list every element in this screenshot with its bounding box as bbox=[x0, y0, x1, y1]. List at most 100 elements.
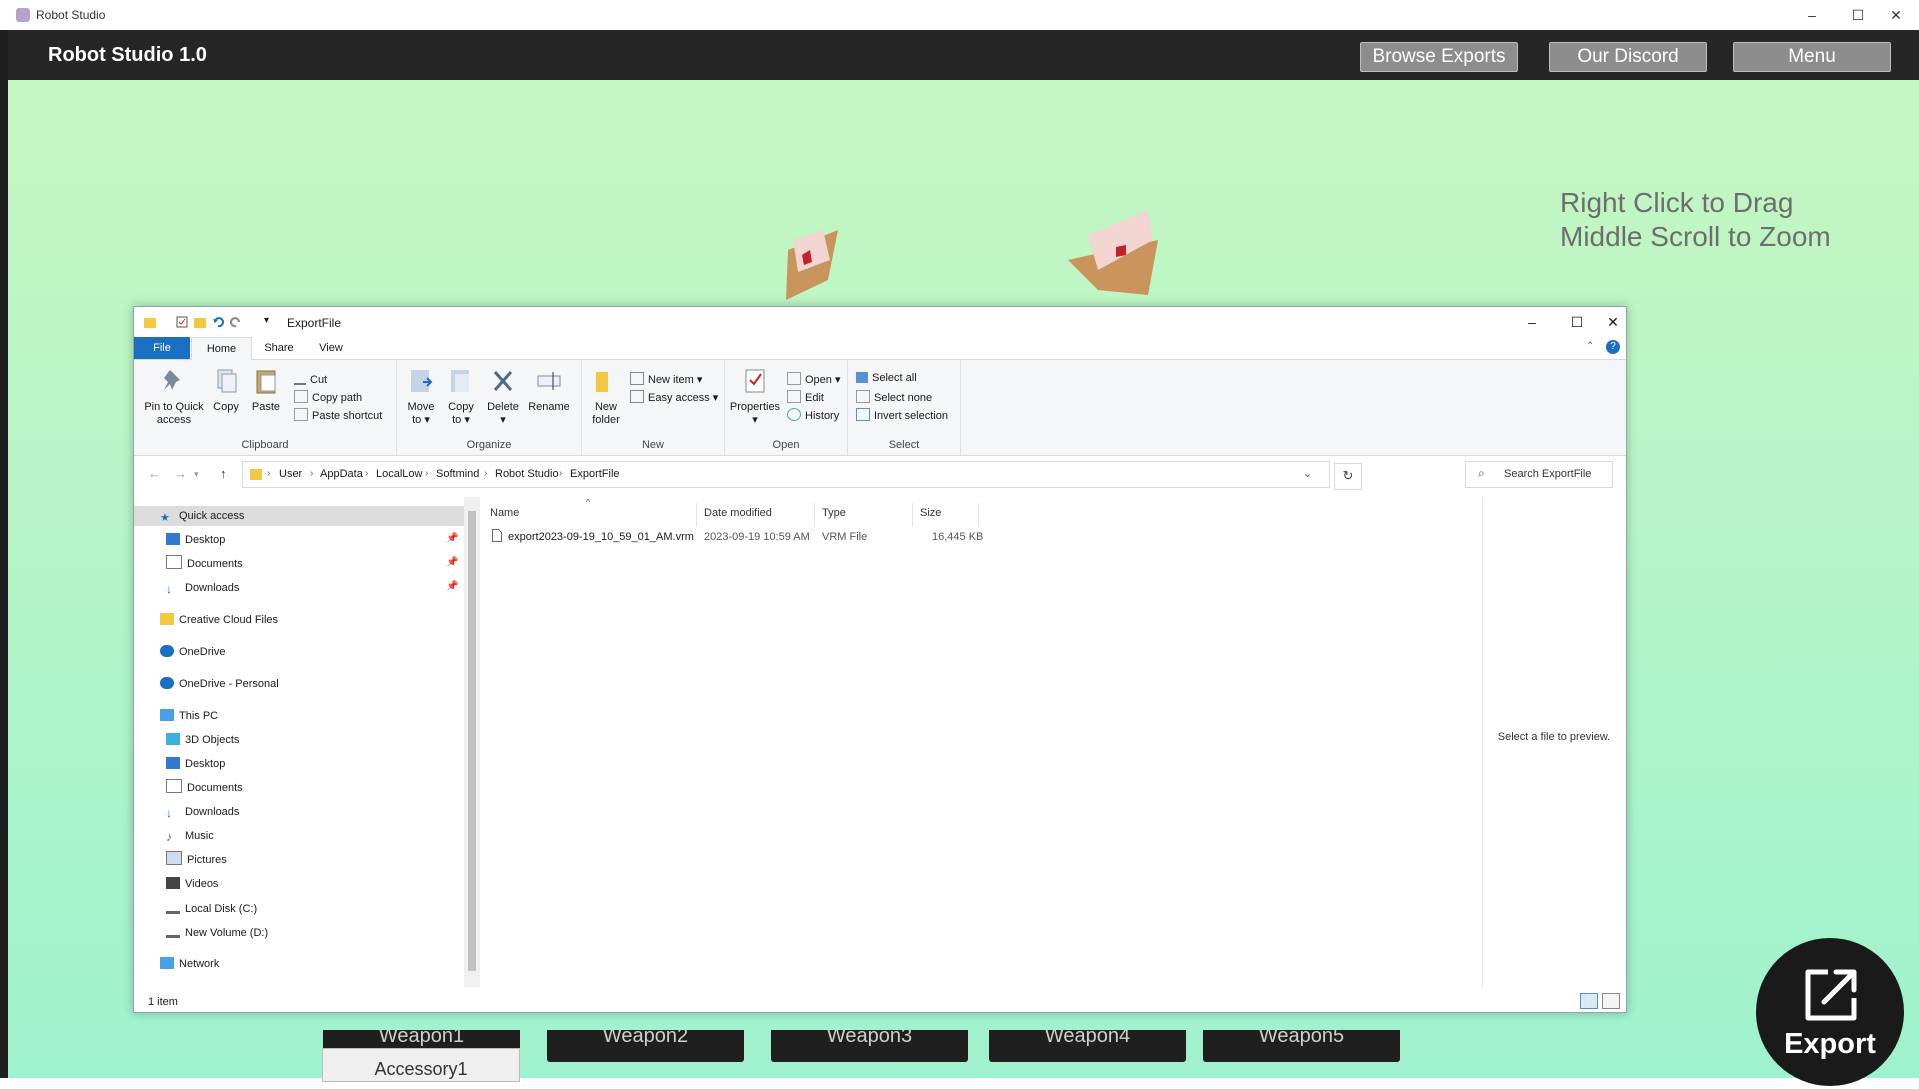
weapon5-button[interactable]: Weapon5 bbox=[1203, 1030, 1400, 1062]
file-explorer-window[interactable]: ▾ ExportFile – ☐ ✕ File Home Share View … bbox=[133, 306, 1627, 1013]
crumb-user[interactable]: User bbox=[279, 468, 302, 480]
column-date-modified[interactable]: Date modified bbox=[704, 507, 772, 519]
back-arrow-icon[interactable]: ← bbox=[148, 466, 161, 481]
undo-icon[interactable] bbox=[212, 316, 224, 328]
nav-item-pictures[interactable]: Pictures bbox=[166, 851, 227, 869]
nav-label-pc-downloads: Downloads bbox=[185, 806, 240, 818]
explorer-maximize-button[interactable]: ☐ bbox=[1555, 307, 1599, 337]
hint-zoom: Middle Scroll to Zoom bbox=[1560, 221, 1831, 252]
column-type[interactable]: Type bbox=[822, 507, 846, 519]
copy-to-button[interactable]: Copy to ▾ bbox=[441, 368, 481, 427]
nav-item-pc-documents[interactable]: Documents bbox=[166, 779, 243, 797]
preview-pane-divider[interactable] bbox=[1482, 497, 1483, 987]
nav-item-pc-desktop[interactable]: Desktop bbox=[166, 755, 225, 773]
nav-item-onedrive-personal[interactable]: OneDrive - Personal bbox=[160, 675, 279, 693]
nav-item-network[interactable]: Network bbox=[160, 955, 219, 973]
nav-item-creative-cloud[interactable]: Creative Cloud Files bbox=[160, 611, 278, 629]
window-minimize-button[interactable]: – bbox=[1789, 0, 1835, 30]
address-bar[interactable]: › User › AppData › LocalLow › Softmind ›… bbox=[242, 461, 1330, 488]
tab-share[interactable]: Share bbox=[254, 337, 304, 359]
explorer-close-button[interactable]: ✕ bbox=[1600, 307, 1626, 337]
select-none-button[interactable]: Select none bbox=[856, 390, 932, 404]
column-divider[interactable] bbox=[978, 503, 979, 527]
column-size[interactable]: Size bbox=[920, 507, 941, 519]
customize-toolbar-chevron-down-icon[interactable]: ▾ bbox=[264, 315, 269, 326]
recent-chevron-down-icon[interactable]: ▾ bbox=[194, 469, 199, 480]
column-divider[interactable] bbox=[814, 503, 815, 527]
new-item-button[interactable]: New item ▾ bbox=[630, 372, 702, 386]
nav-item-documents[interactable]: Documents bbox=[166, 555, 243, 573]
nav-item-downloads[interactable]: ↓ Downloads bbox=[166, 579, 239, 597]
nav-item-local-disk[interactable]: Local Disk (C:) bbox=[166, 899, 257, 917]
crumb-exportfile[interactable]: ExportFile bbox=[570, 468, 620, 480]
paste-shortcut-button[interactable]: Paste shortcut bbox=[294, 408, 382, 422]
paste-button[interactable]: Paste bbox=[246, 368, 286, 414]
select-group: Select all Select none Invert selection … bbox=[848, 360, 961, 455]
easy-access-button[interactable]: Easy access ▾ bbox=[630, 390, 718, 404]
weapon3-button[interactable]: Weapon3 bbox=[771, 1030, 968, 1062]
nav-item-onedrive[interactable]: OneDrive bbox=[160, 643, 225, 661]
nav-item-quick-access[interactable]: ★ Quick access bbox=[160, 507, 244, 525]
accessory1-button[interactable]: Accessory1 bbox=[322, 1048, 520, 1082]
weapon2-button[interactable]: Weapon2 bbox=[547, 1030, 744, 1062]
nav-pane-scrollbar[interactable] bbox=[464, 497, 480, 987]
nav-item-videos[interactable]: Videos bbox=[166, 875, 218, 893]
move-to-button[interactable]: Move to ▾ bbox=[399, 368, 443, 427]
browse-exports-button[interactable]: Browse Exports bbox=[1360, 42, 1518, 72]
tab-file[interactable]: File bbox=[134, 337, 190, 359]
history-button[interactable]: History bbox=[787, 408, 839, 422]
export-button[interactable]: Export bbox=[1756, 938, 1904, 1086]
pin-to-quick-access-button[interactable]: Pin to Quick access bbox=[140, 368, 208, 427]
redo-icon[interactable] bbox=[230, 316, 242, 328]
new-folder-button[interactable]: New folder bbox=[586, 368, 626, 427]
copy-button[interactable]: Copy bbox=[208, 368, 244, 414]
collapse-ribbon-chevron-up-icon[interactable]: ⌃ bbox=[1586, 341, 1594, 352]
details-view-icon[interactable] bbox=[1580, 993, 1598, 1009]
nav-label-pictures: Pictures bbox=[187, 854, 227, 866]
edit-label: Edit bbox=[805, 392, 824, 404]
column-divider[interactable] bbox=[912, 503, 913, 527]
open-button[interactable]: Open ▾ bbox=[787, 372, 841, 386]
window-close-button[interactable]: ✕ bbox=[1873, 0, 1919, 30]
cut-button[interactable]: Cut bbox=[294, 372, 327, 386]
tab-view[interactable]: View bbox=[308, 337, 354, 359]
large-icons-view-icon[interactable] bbox=[1602, 993, 1620, 1009]
nav-item-3d-objects[interactable]: 3D Objects bbox=[166, 731, 239, 749]
table-row[interactable]: export2023-09-19_10_59_01_AM.vrm 2023-09… bbox=[484, 525, 984, 545]
crumb-appdata[interactable]: AppData bbox=[320, 468, 363, 480]
nav-item-music[interactable]: ♪ Music bbox=[166, 827, 214, 845]
new-folder-icon[interactable] bbox=[194, 316, 206, 328]
invert-selection-button[interactable]: Invert selection bbox=[856, 408, 948, 422]
crumb-robot-studio[interactable]: Robot Studio bbox=[495, 468, 559, 480]
select-none-label: Select none bbox=[874, 392, 933, 404]
rename-button[interactable]: Rename bbox=[525, 368, 573, 414]
address-history-chevron-down-icon[interactable]: ⌄ bbox=[1303, 467, 1312, 480]
copy-path-button[interactable]: Copy path bbox=[294, 390, 362, 404]
menu-button[interactable]: Menu bbox=[1733, 42, 1891, 72]
nav-pane-scroll-thumb[interactable] bbox=[468, 511, 476, 971]
network-icon bbox=[160, 957, 174, 969]
weapon4-button[interactable]: Weapon4 bbox=[989, 1030, 1186, 1062]
properties-button[interactable]: Properties ▾ bbox=[727, 368, 783, 427]
nav-item-new-volume[interactable]: New Volume (D:) bbox=[166, 923, 268, 941]
nav-item-desktop[interactable]: Desktop bbox=[166, 531, 225, 549]
edit-button[interactable]: Edit bbox=[787, 390, 824, 404]
crumb-softmind[interactable]: Softmind bbox=[436, 468, 479, 480]
tab-home[interactable]: Home bbox=[191, 337, 252, 360]
our-discord-button[interactable]: Our Discord bbox=[1549, 42, 1707, 72]
delete-button[interactable]: Delete ▾ bbox=[483, 368, 523, 427]
nav-item-this-pc[interactable]: This PC bbox=[160, 707, 218, 725]
help-icon[interactable]: ? bbox=[1606, 340, 1620, 354]
forward-arrow-icon[interactable]: → bbox=[174, 466, 187, 481]
column-name[interactable]: Name bbox=[490, 507, 519, 519]
nav-item-pc-downloads[interactable]: ↓ Downloads bbox=[166, 803, 239, 821]
up-arrow-icon[interactable]: ↑ bbox=[220, 466, 227, 481]
explorer-minimize-button[interactable]: – bbox=[1510, 307, 1554, 337]
refresh-icon[interactable]: ↻ bbox=[1334, 463, 1362, 490]
properties-icon[interactable] bbox=[176, 316, 188, 328]
crumb-locallow[interactable]: LocalLow bbox=[376, 468, 422, 480]
column-divider[interactable] bbox=[696, 503, 697, 527]
search-input[interactable]: ⌕ Search ExportFile bbox=[1465, 461, 1613, 488]
folder-icon bbox=[144, 318, 156, 328]
select-all-button[interactable]: Select all bbox=[856, 372, 917, 384]
